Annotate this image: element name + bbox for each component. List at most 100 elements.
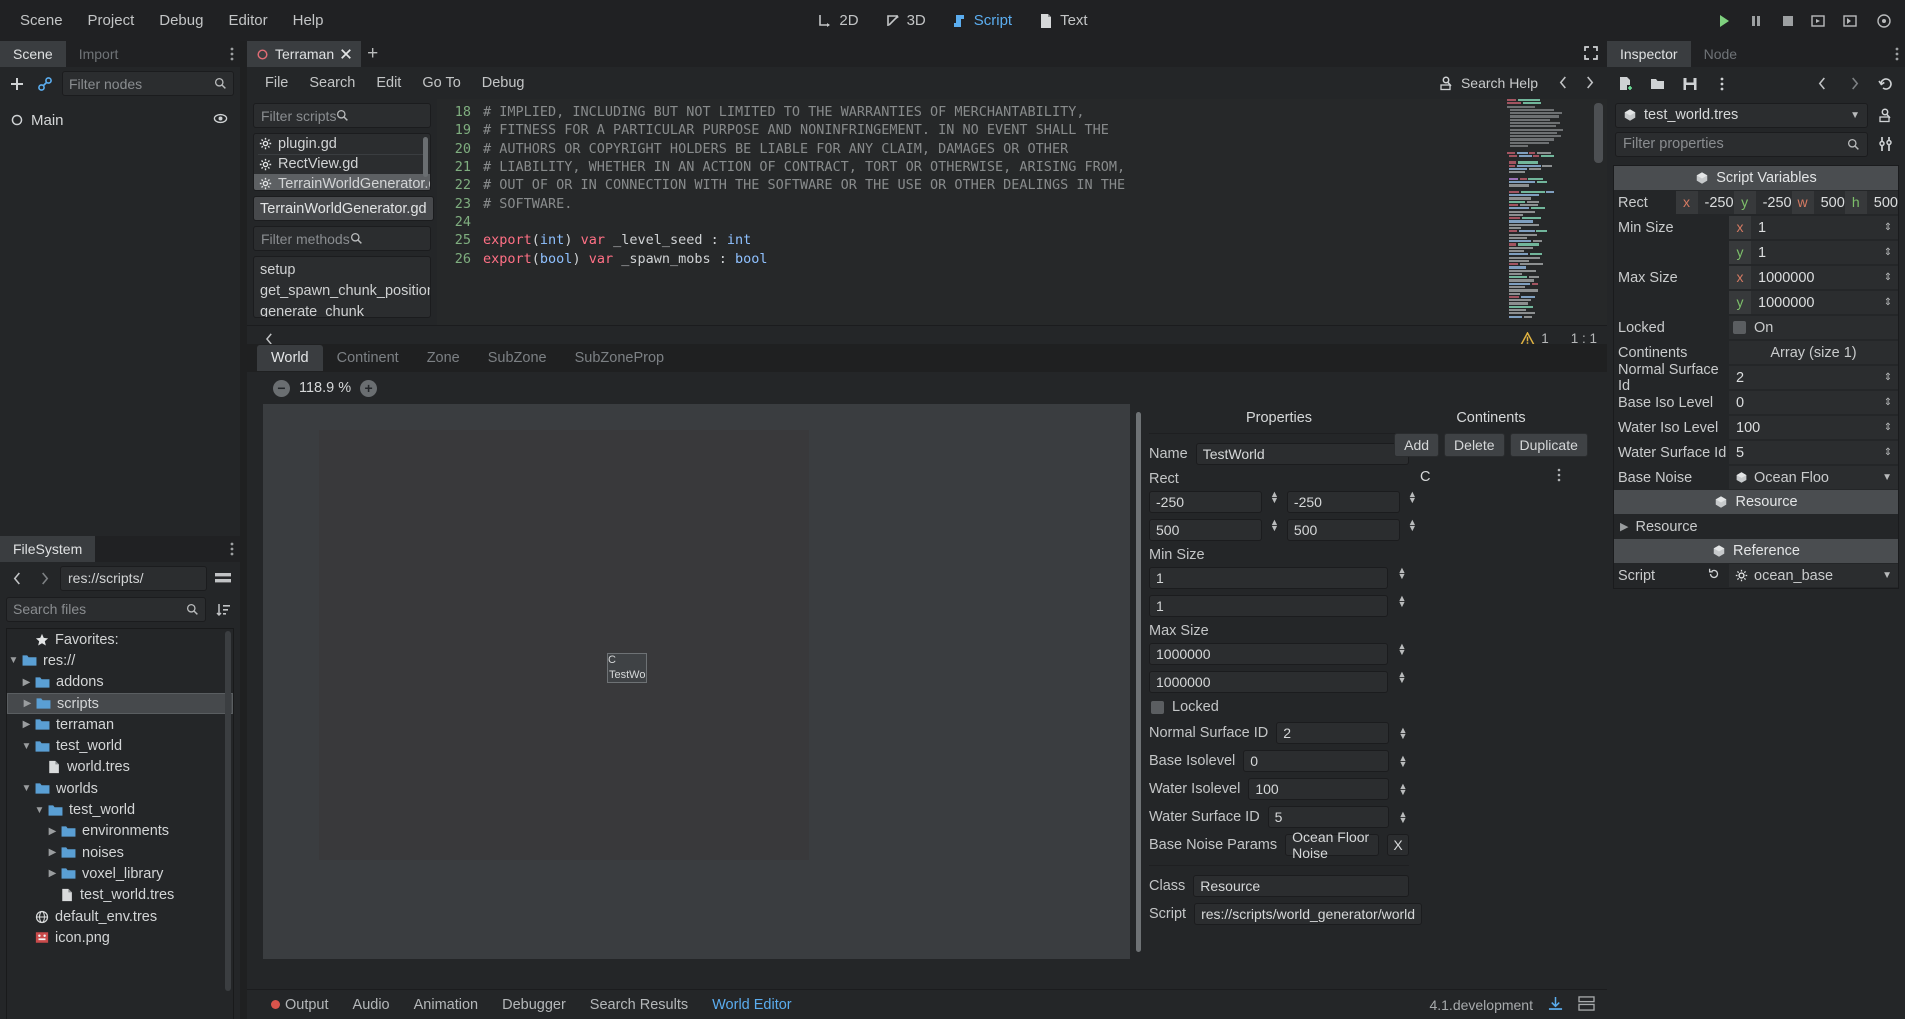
chevron-down-icon[interactable]: ▼ <box>7 655 20 666</box>
filesystem-item[interactable]: ▼ test_world <box>7 735 233 756</box>
min-size-x-spinner[interactable]: ▲ ▼ <box>1396 566 1408 589</box>
menu-item-editor[interactable]: Editor <box>217 7 278 34</box>
filesystem-item[interactable]: icon.png <box>7 927 233 948</box>
rect-y-spinner[interactable]: ▲ ▼ <box>1408 490 1417 513</box>
min-size-y-spinner[interactable]: ▲ ▼ <box>1396 594 1408 617</box>
mode-text[interactable]: Text <box>1028 7 1098 34</box>
inspector-min-size-x[interactable]: x 1 ⇕ <box>1729 216 1898 239</box>
play-custom-button[interactable] <box>1837 6 1867 36</box>
inspector-property-spinner-icon[interactable]: ⇕ <box>1878 397 1898 408</box>
new-script-tab-button[interactable]: + <box>367 43 378 65</box>
rect-x-spinner[interactable]: ▲ ▼ <box>1270 490 1279 513</box>
filesystem-item[interactable]: ▶ noises <box>7 842 233 863</box>
max-size-y-input[interactable]: 1000000 <box>1149 671 1388 693</box>
filesystem-scrollbar[interactable] <box>225 631 231 991</box>
world-property-input[interactable]: 5 <box>1267 806 1389 828</box>
chevron-down-icon[interactable]: ▼ <box>1882 570 1892 581</box>
world-property-spinner[interactable]: ▲ ▼ <box>1397 726 1409 741</box>
nav-back-button[interactable] <box>6 567 28 589</box>
code-editor[interactable]: 18 # IMPLIED, INCLUDING BUT NOT LIMITED T… <box>437 99 1607 325</box>
filesystem-tree[interactable]: Favorites: ▼ res:// ▶ addons ▶ scripts ▶ terrama… <box>6 628 234 1019</box>
rect-w-spinner[interactable]: ▲ ▼ <box>1270 518 1279 541</box>
script-tab-terraman[interactable]: Terraman <box>247 41 362 67</box>
inspector-rect-h[interactable]: h 500 <box>1844 191 1898 214</box>
update-spinner-icon[interactable] <box>1547 996 1564 1014</box>
chevron-right-icon[interactable]: ▶ <box>1620 520 1628 533</box>
world-editor-tab-subzone[interactable]: SubZone <box>474 345 561 371</box>
stop-button[interactable] <box>1773 6 1803 36</box>
script-list[interactable]: plugin.gd RectView.gd TerrainWorldGenerato… <box>253 133 431 191</box>
visibility-toggle-icon[interactable] <box>213 111 228 130</box>
filesystem-item[interactable]: ▼ test_world <box>7 799 233 820</box>
tab-import[interactable]: Import <box>65 41 132 67</box>
locked-checkbox[interactable] <box>1151 700 1164 714</box>
max-size-x-input[interactable]: 1000000 <box>1149 643 1388 665</box>
inspector-rect-w[interactable]: w 500 <box>1791 191 1845 214</box>
chevron-down-icon[interactable]: ▼ <box>33 805 46 816</box>
continents-item-grip-icon[interactable] <box>1557 468 1561 486</box>
code-line[interactable]: 26 export(bool) var _spawn_mobs : bool <box>437 249 1607 267</box>
bottom-panel-search-results[interactable]: Search Results <box>578 993 700 1017</box>
zoom-in-button[interactable]: + <box>360 379 378 397</box>
method-list-item[interactable]: setup <box>254 259 430 280</box>
bottom-panel-animation[interactable]: Animation <box>402 993 490 1017</box>
filesystem-item[interactable]: ▶ scripts <box>7 692 233 715</box>
inspector-min-size-y[interactable]: y 1 ⇕ <box>1729 241 1898 264</box>
selected-script-field[interactable]: TerrainWorldGenerator.gd <box>253 196 434 221</box>
world-editor-tab-continent[interactable]: Continent <box>323 345 413 371</box>
inspector-locked-toggle[interactable]: On <box>1729 316 1898 339</box>
play-button[interactable] <box>1709 6 1739 36</box>
inspector-property-input[interactable]: 5 ⇕ <box>1729 441 1898 464</box>
inspector-rect-y[interactable]: y -250 <box>1733 191 1792 214</box>
mode-2d[interactable]: 2D <box>807 7 868 34</box>
filesystem-item[interactable]: ▼ res:// <box>7 650 233 671</box>
inspector-resource-subsection[interactable]: ▶ Resource <box>1614 514 1898 539</box>
min-size-y-spinner-icon[interactable]: ⇕ <box>1878 247 1898 258</box>
rect-y-input[interactable]: -250 <box>1286 491 1400 513</box>
filter-nodes-input[interactable]: Filter nodes <box>62 71 234 96</box>
base-noise-value-field[interactable]: Ocean Floor Noise <box>1285 829 1379 861</box>
min-size-y-input[interactable]: 1 <box>1149 595 1388 617</box>
sort-files-button[interactable] <box>212 598 234 620</box>
rect-x-input[interactable]: -250 <box>1149 491 1262 513</box>
filesystem-item[interactable]: ▶ voxel_library <box>7 863 233 884</box>
inspector-property-input[interactable]: 2 ⇕ <box>1729 366 1898 389</box>
tab-inspector[interactable]: Inspector <box>1607 41 1691 67</box>
max-size-x-spinner[interactable]: ▲ ▼ <box>1396 642 1408 665</box>
chevron-down-icon[interactable]: ▼ <box>1882 472 1892 483</box>
inspector-max-size-x[interactable]: x 1000000 ⇕ <box>1729 266 1898 289</box>
script-next-button[interactable] <box>1577 70 1601 95</box>
chevron-right-icon[interactable]: ▶ <box>21 698 34 709</box>
movie-button[interactable] <box>1869 6 1899 36</box>
filesystem-favorites-header[interactable]: Favorites: <box>7 629 233 650</box>
code-line[interactable]: 23 # SOFTWARE. <box>437 194 1607 212</box>
continent-rect-node[interactable]: C TestWo <box>607 653 647 683</box>
script-menu-debug[interactable]: Debug <box>473 71 534 95</box>
bottom-panel-world-editor[interactable]: World Editor <box>700 993 804 1017</box>
mode-script[interactable]: Script <box>942 7 1022 34</box>
filesystem-item[interactable]: world.tres <box>7 757 233 778</box>
code-line[interactable]: 18 # IMPLIED, INCLUDING BUT NOT LIMITED T… <box>437 103 1607 121</box>
tab-scene[interactable]: Scene <box>0 41 66 67</box>
continents-add-button[interactable]: Add <box>1394 433 1440 457</box>
code-line[interactable]: 19 # FITNESS FOR A PARTICULAR PURPOSE AND… <box>437 121 1607 139</box>
chevron-down-icon[interactable]: ▼ <box>20 741 33 752</box>
script-input[interactable]: res://scripts/world_generator/world <box>1194 903 1423 925</box>
world-property-input[interactable]: 0 <box>1243 750 1389 772</box>
instance-scene-button[interactable] <box>34 73 56 95</box>
layout-toggle-icon[interactable] <box>1578 995 1595 1014</box>
code-line[interactable]: 22 # OUT OF OR IN CONNECTION WITH THE SOF… <box>437 176 1607 194</box>
nav-forward-button[interactable] <box>33 567 55 589</box>
maximize-panel-button[interactable] <box>1583 45 1599 65</box>
inspector-more-button[interactable] <box>1711 73 1733 95</box>
world-property-input[interactable]: 2 <box>1276 722 1389 744</box>
method-list-item[interactable]: generate_chunk <box>254 301 430 318</box>
inspector-max-size-y[interactable]: y 1000000 ⇕ <box>1729 291 1898 314</box>
inspector-property-spinner-icon[interactable]: ⇕ <box>1878 422 1898 433</box>
code-minimap[interactable] <box>1507 99 1577 325</box>
filesystem-dock-menu-icon[interactable] <box>230 541 234 561</box>
inspector-locked-checkbox[interactable] <box>1733 321 1746 334</box>
inspector-property-spinner-icon[interactable]: ⇕ <box>1878 372 1898 383</box>
filter-scripts-input[interactable]: Filter scripts <box>253 103 431 128</box>
inspector-forward-button[interactable] <box>1843 73 1865 95</box>
